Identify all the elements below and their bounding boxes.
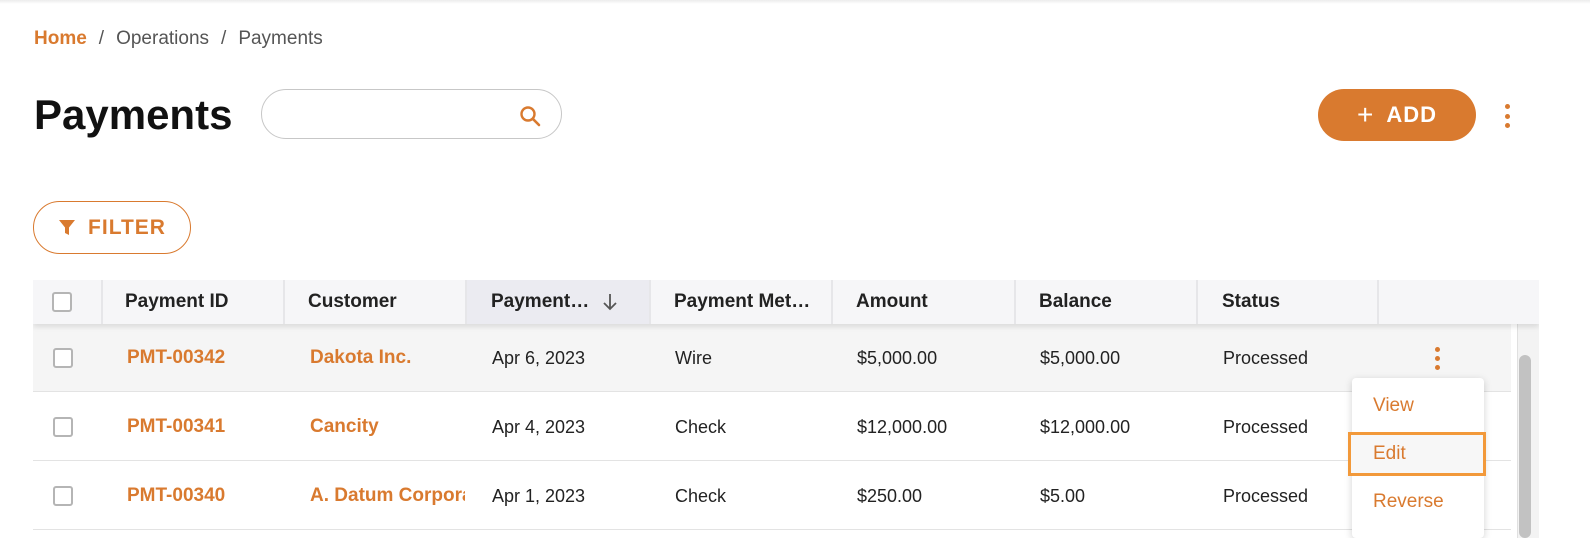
menu-item-view[interactable]: View <box>1352 384 1484 428</box>
payment-date-cell: Apr 4, 2023 <box>492 416 586 437</box>
select-all-cell <box>33 280 101 324</box>
column-header-status[interactable]: Status <box>1198 280 1378 324</box>
page-title: Payments <box>34 91 233 138</box>
amount-cell: $5,000.00 <box>857 347 938 368</box>
breadcrumb-current: Payments <box>238 28 323 49</box>
breadcrumb-separator: / <box>221 28 227 49</box>
more-vertical-icon[interactable] <box>1504 104 1510 128</box>
payment-method-cell: Check <box>675 416 727 437</box>
table-row[interactable]: PMT-00341 Cancity Apr 4, 2023 Check $12,… <box>33 393 1511 461</box>
breadcrumb-operations: Operations <box>116 28 210 49</box>
payment-id-link[interactable]: PMT-00341 <box>127 393 277 461</box>
table-row[interactable]: PMT-00340 A. Datum Corpora Apr 1, 2023 C… <box>33 462 1511 530</box>
row-checkbox-cell <box>53 393 73 461</box>
row-checkbox[interactable] <box>53 417 73 437</box>
amount-cell: $12,000.00 <box>857 416 948 437</box>
row-checkbox-cell <box>53 324 73 392</box>
payment-method-cell: Wire <box>675 347 712 368</box>
sort-descending-icon[interactable] <box>601 292 619 312</box>
add-button-label: ADD <box>1386 102 1438 127</box>
column-header-payment-date[interactable]: Payment… <box>467 280 650 324</box>
row-checkbox-cell <box>53 462 73 530</box>
column-header-label: Status <box>1222 291 1281 312</box>
row-more-vertical-icon[interactable] <box>1434 347 1440 370</box>
column-header-amount[interactable]: Amount <box>832 280 1014 324</box>
add-button[interactable]: + ADD <box>1318 89 1476 141</box>
breadcrumb-separator: / <box>98 28 105 49</box>
row-checkbox[interactable] <box>53 486 73 506</box>
table-row[interactable]: PMT-00342 Dakota Inc. Apr 6, 2023 Wire $… <box>33 324 1511 392</box>
balance-cell: $5.00 <box>1040 485 1086 506</box>
column-separator <box>1377 280 1379 324</box>
customer-link[interactable]: Cancity <box>310 393 465 461</box>
column-header-label: Amount <box>856 291 928 312</box>
column-header-label: Customer <box>308 291 397 312</box>
balance-cell: $12,000.00 <box>1040 416 1131 437</box>
filter-button[interactable]: FILTER <box>33 201 191 254</box>
customer-link[interactable]: Dakota Inc. <box>310 324 465 392</box>
payment-id-link[interactable]: PMT-00342 <box>127 324 277 392</box>
column-header-label: Payment Met… <box>674 291 811 312</box>
filter-button-label: FILTER <box>88 215 166 239</box>
search-icon[interactable] <box>518 104 542 128</box>
status-cell: Processed <box>1223 347 1309 368</box>
row-actions-menu: View Edit Reverse <box>1348 378 1486 538</box>
payments-table: Payment ID Customer Payment… Payment Met… <box>33 280 1539 538</box>
column-header-balance[interactable]: Balance <box>1015 280 1197 324</box>
amount-cell: $250.00 <box>857 485 923 506</box>
select-all-checkbox[interactable] <box>52 292 72 312</box>
payment-method-cell: Check <box>675 485 727 506</box>
payment-id-link[interactable]: PMT-00340 <box>127 462 277 530</box>
top-shadow <box>0 0 1590 4</box>
column-header-label: Payment ID <box>125 291 229 312</box>
scrollbar-thumb[interactable] <box>1519 355 1531 538</box>
column-header-customer[interactable]: Customer <box>284 280 466 324</box>
menu-item-edit[interactable]: Edit <box>1348 432 1486 476</box>
search-input[interactable] <box>282 102 506 128</box>
plus-icon: + <box>1356 99 1375 130</box>
payment-date-cell: Apr 6, 2023 <box>492 347 586 368</box>
filter-icon <box>59 219 76 235</box>
column-header-payment-method[interactable]: Payment Met… <box>650 280 832 324</box>
breadcrumb-home-link[interactable]: Home <box>34 28 87 50</box>
row-checkbox[interactable] <box>53 348 73 368</box>
balance-cell: $5,000.00 <box>1040 347 1121 368</box>
search-box <box>261 89 562 139</box>
table-header: Payment ID Customer Payment… Payment Met… <box>33 280 1539 324</box>
menu-item-reverse[interactable]: Reverse <box>1352 480 1484 524</box>
payment-date-cell: Apr 1, 2023 <box>492 485 586 506</box>
column-header-label: Payment… <box>491 291 590 312</box>
breadcrumb: Home / Operations / Payments <box>34 28 323 50</box>
customer-link[interactable]: A. Datum Corpora <box>310 462 465 530</box>
column-header-label: Balance <box>1039 291 1112 312</box>
column-header-payment-id[interactable]: Payment ID <box>101 280 284 324</box>
